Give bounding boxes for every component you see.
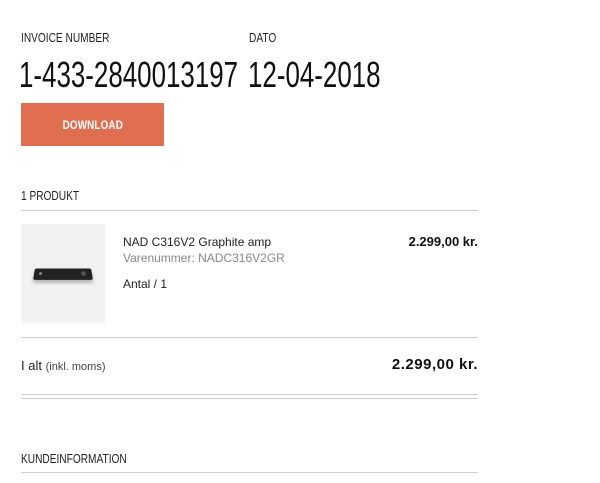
product-thumbnail[interactable] <box>21 224 105 323</box>
divider <box>21 398 478 399</box>
amplifier-product-image <box>33 267 93 280</box>
download-button-label: DOWNLOAD <box>62 117 123 132</box>
date-value: 12-04-2018 <box>248 54 381 95</box>
product-quantity: Antal / 1 <box>123 277 168 291</box>
date-label: DATO <box>249 30 277 45</box>
product-price: 2.299,00 kr. <box>408 234 478 249</box>
divider <box>21 472 478 473</box>
total-label: I alt (inkl. moms) <box>21 358 105 373</box>
invoice-number-value: 1-433-2840013197 <box>19 54 239 95</box>
download-button[interactable]: DOWNLOAD <box>21 103 164 146</box>
total-label-text: I alt <box>21 358 42 373</box>
divider <box>21 210 478 211</box>
total-value: 2.299,00 kr. <box>391 356 478 373</box>
divider <box>21 394 478 395</box>
customer-info-section-title: KUNDEINFORMATION <box>21 451 127 466</box>
invoice-number-label: INVOICE NUMBER <box>21 30 110 45</box>
total-label-vat-note: (inkl. moms) <box>45 361 106 373</box>
divider <box>21 337 478 338</box>
products-section-title: 1 PRODUKT <box>21 188 80 203</box>
product-sku: Varenummer: NADC316V2GR <box>123 251 285 265</box>
product-name[interactable]: NAD C316V2 Graphite amp <box>123 235 271 249</box>
